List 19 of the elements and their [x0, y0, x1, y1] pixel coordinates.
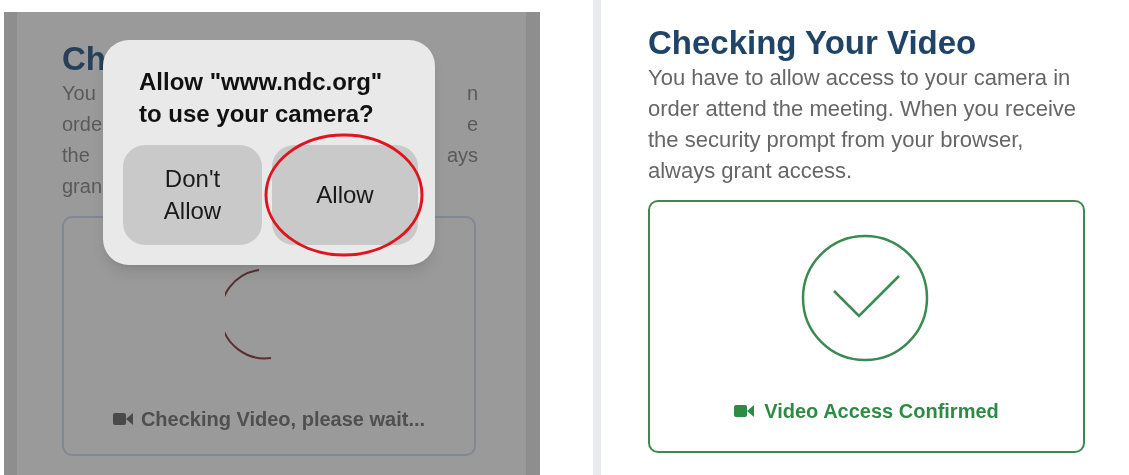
partial-text: n [466, 81, 478, 106]
status-text: Checking Video, please wait... [140, 407, 426, 432]
instructions-text: You have to allow access to your camera in order attend the meeting. When you receive the security prompt from your browser, always grant access. [648, 64, 1078, 185]
dialog-button[interactable]: Allow [272, 145, 418, 245]
partial-text: e [466, 112, 478, 137]
partial-text: orde [62, 112, 103, 137]
partial-text: gran [62, 174, 103, 199]
video-camera-icon [112, 412, 133, 426]
dialog-button[interactable]: Don't Allow [123, 145, 262, 245]
partial-text: You [62, 81, 96, 106]
dialog-title: Allow "www.ndc.org" to use your camera? [138, 67, 383, 129]
checkmark-circle-icon [800, 234, 929, 362]
page-title: Ch [62, 40, 106, 78]
partial-text: the [62, 143, 90, 168]
partial-text: ays [446, 143, 478, 168]
status-text: Video Access Confirmed [764, 399, 999, 424]
page-title: Checking Your Video [648, 24, 977, 62]
video-camera-icon [734, 404, 755, 418]
loading-spinner-icon [225, 268, 273, 360]
